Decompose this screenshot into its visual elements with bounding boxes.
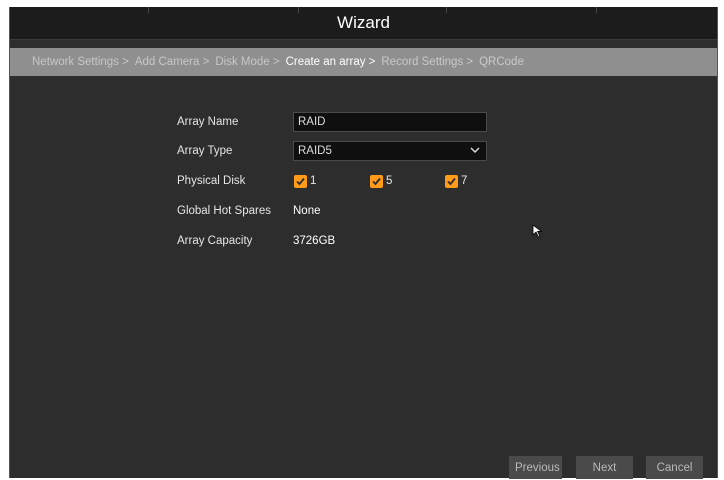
cancel-button[interactable]: Cancel (646, 456, 703, 479)
mouse-pointer-icon (532, 224, 543, 238)
disk-7-label: 7 (461, 175, 468, 187)
disk-7-checkbox[interactable]: 7 (445, 173, 467, 189)
wizard-steps: Network Settings > Add Camera > Disk Mod… (10, 48, 717, 76)
step-create-array[interactable]: Create an array > (286, 56, 376, 68)
step-disk-mode[interactable]: Disk Mode > (215, 56, 279, 68)
array-name-label: Array Name (177, 116, 239, 128)
global-hot-spares-row: Global Hot Spares None (10, 201, 717, 221)
step-record-settings[interactable]: Record Settings > (381, 56, 473, 68)
checkmark-icon (445, 174, 458, 188)
previous-button[interactable]: Previous (509, 456, 562, 479)
disk-5-checkbox[interactable]: 5 (370, 173, 392, 189)
window-title: Wizard (337, 13, 390, 32)
disk-1-checkbox[interactable]: 1 (294, 173, 316, 189)
array-type-value: RAID5 (298, 145, 332, 157)
array-name-input[interactable]: RAID (293, 112, 487, 132)
wizard-window: Wizard Network Settings > Add Camera > D… (9, 7, 718, 479)
next-button[interactable]: Next (576, 456, 633, 479)
title-bar: Wizard (10, 7, 717, 40)
checkmark-icon (294, 174, 307, 188)
disk-5-label: 5 (386, 175, 393, 187)
array-type-row: Array Type RAID5 (10, 141, 717, 161)
chevron-down-icon (470, 147, 480, 153)
array-name-row: Array Name RAID (10, 112, 717, 132)
disk-1-label: 1 (310, 175, 317, 187)
physical-disk-label: Physical Disk (177, 175, 246, 187)
step-network-settings[interactable]: Network Settings > (32, 56, 129, 68)
checkmark-icon (370, 174, 383, 188)
array-type-select[interactable]: RAID5 (293, 141, 487, 161)
step-add-camera[interactable]: Add Camera > (135, 56, 209, 68)
global-hot-spares-label: Global Hot Spares (177, 205, 271, 217)
physical-disk-row: Physical Disk 1 5 7 (10, 171, 717, 191)
array-capacity-row: Array Capacity 3726GB (10, 231, 717, 251)
array-type-label: Array Type (177, 145, 233, 157)
array-capacity-label: Array Capacity (177, 235, 253, 247)
array-capacity-value: 3726GB (293, 235, 336, 247)
step-qrcode[interactable]: QRCode (479, 56, 524, 68)
global-hot-spares-value: None (293, 205, 321, 217)
